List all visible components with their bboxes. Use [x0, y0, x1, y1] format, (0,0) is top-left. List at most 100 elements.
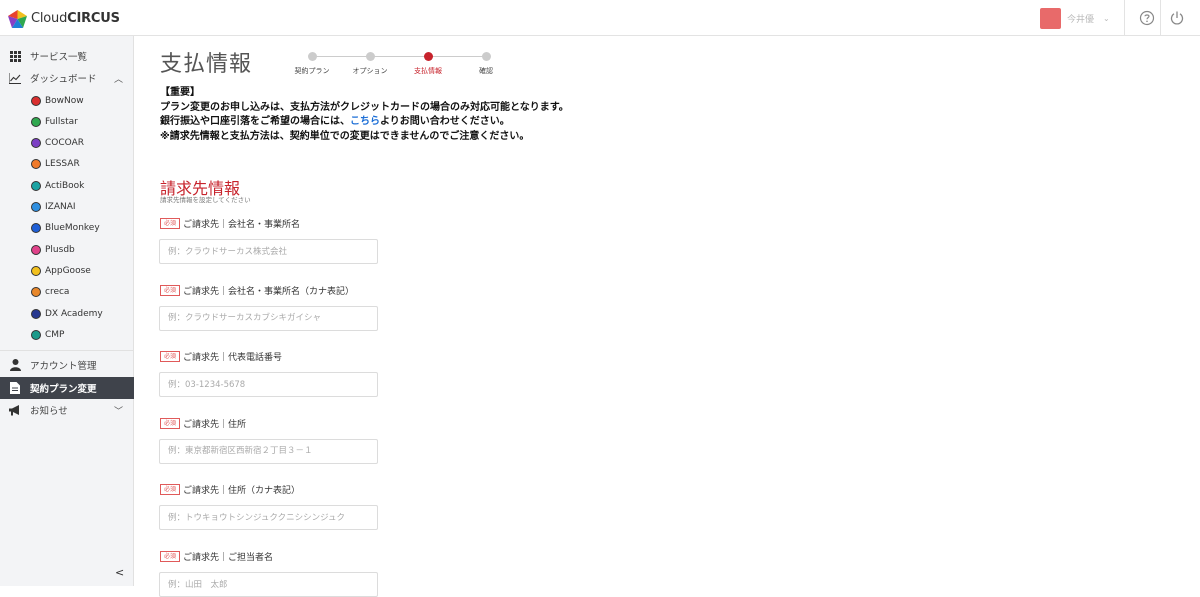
sidebar-item-label: LESSAR	[45, 159, 80, 170]
billing-field-input[interactable]	[159, 505, 378, 531]
notice-line: プラン変更のお申し込みは、支払方法がクレジットカードの場合のみ対応可能となります…	[160, 101, 569, 113]
user-name: 今井優	[1067, 14, 1095, 25]
service-logo-icon	[31, 138, 41, 149]
service-logo-icon	[31, 202, 41, 212]
document-icon	[9, 382, 21, 394]
section-subtitle: 請求先情報を設定してください	[160, 196, 251, 204]
sidebar-item-label: 契約プラン変更	[30, 384, 97, 395]
logo-text-bold: CIRCUS	[67, 11, 120, 26]
sidebar-item-cmp[interactable]: CMP	[0, 324, 134, 345]
service-logo-icon	[31, 180, 41, 191]
user-icon	[9, 359, 21, 371]
sidebar-item-label: アカウント管理	[30, 361, 97, 372]
billing-field-input[interactable]	[159, 372, 378, 398]
sidebar-item-news[interactable]: お知らせ ﹀	[0, 399, 134, 421]
sidebar-item-fullstar[interactable]: Fullstar	[0, 111, 134, 132]
chevron-up-icon: ︿	[114, 74, 124, 85]
billing-field-input[interactable]	[159, 438, 378, 464]
step-dot	[365, 52, 375, 61]
sidebar-item-bownow[interactable]: BowNow	[0, 90, 134, 111]
sidebar-divider	[0, 350, 134, 351]
sidebar-item-label: DX Academy	[45, 308, 103, 319]
step-dot	[423, 52, 433, 61]
field-label: 必須 ご請求先｜会社名・事業所名（カナ表記）	[160, 284, 354, 297]
required-badge: 必須	[160, 417, 181, 429]
power-icon[interactable]	[1169, 10, 1185, 26]
notice-line: 銀行振込や口座引落をご希望の場合には、こちらよりお問い合わせください。	[160, 115, 569, 130]
service-logo-icon	[31, 287, 41, 298]
sidebar-item-label: お知らせ	[30, 406, 68, 417]
step-connector	[430, 56, 488, 57]
step-dot	[481, 52, 491, 61]
sidebar-item-izanai[interactable]: IZANAI	[0, 197, 134, 218]
logo-mark-icon	[8, 9, 27, 28]
megaphone-icon	[9, 404, 21, 416]
sidebar-item-cocoar[interactable]: COCOAR	[0, 133, 134, 154]
billing-field-input[interactable]	[159, 305, 378, 331]
header-divider	[1160, 0, 1161, 36]
step-connector	[372, 56, 430, 57]
sidebar-item-label: COCOAR	[45, 138, 84, 149]
sidebar-item-account[interactable]: アカウント管理	[0, 354, 134, 376]
sidebar-item-services[interactable]: サービス一覧	[0, 45, 134, 67]
sidebar-item-label: サービス一覧	[30, 52, 88, 63]
sidebar-item-plusdb[interactable]: Plusdb	[0, 239, 134, 260]
field-label-text: ご請求先｜住所（カナ表記）	[183, 486, 301, 497]
sidebar-item-label: Fullstar	[45, 116, 78, 127]
sidebar-item-creca[interactable]: creca	[0, 282, 134, 303]
sidebar-item-appgoose[interactable]: AppGoose	[0, 260, 134, 281]
chevron-down-icon: ﹀	[114, 406, 124, 417]
notice-line: ※請求先情報と支払方法は、契約単位での変更はできませんのでご注意ください。	[160, 130, 530, 142]
sidebar-item-label: BlueMonkey	[45, 223, 100, 234]
avatar	[1040, 7, 1061, 29]
field-label-text: ご請求先｜会社名・事業所名	[183, 220, 301, 230]
grid-icon	[9, 50, 21, 62]
service-logo-icon	[31, 244, 41, 255]
sidebar-item-label: ActiBook	[45, 180, 85, 191]
field-label-text: ご請求先｜住所	[183, 419, 247, 430]
sidebar-item-label: BowNow	[45, 95, 84, 106]
required-badge: 必須	[160, 484, 181, 496]
required-badge: 必須	[160, 218, 181, 229]
step-label: 契約プラン	[294, 67, 330, 75]
service-logo-icon	[31, 223, 41, 234]
sidebar-item-bluemonkey[interactable]: BlueMonkey	[0, 218, 134, 239]
sidebar-item-dashboard[interactable]: ダッシュボード ︿	[0, 67, 134, 89]
step-label: 確認	[479, 67, 493, 75]
required-badge: 必須	[160, 551, 181, 562]
notice-heading: 【重要】	[160, 87, 200, 98]
sidebar-item-label: ダッシュボード	[30, 74, 97, 85]
field-label-text: ご請求先｜ご担当者名	[183, 553, 274, 563]
service-logo-icon	[31, 116, 41, 127]
sidebar: サービス一覧 ダッシュボード ︿ BowNow Fullstar COCOAR LES…	[0, 36, 134, 586]
sidebar-item-actibook[interactable]: ActiBook	[0, 175, 134, 196]
contact-link[interactable]: こちら	[350, 116, 380, 127]
top-header: CloudCIRCUS 今井優 ⌄	[0, 0, 1200, 36]
service-logo-icon	[31, 329, 41, 340]
required-badge: 必須	[160, 284, 181, 296]
field-label: 必須 ご請求先｜代表電話番号	[160, 350, 282, 363]
service-logo-icon	[31, 308, 41, 319]
field-label: 必須 ご請求先｜会社名・事業所名	[160, 217, 300, 230]
sidebar-item-contract[interactable]: 契約プラン変更	[0, 377, 134, 399]
billing-field-input[interactable]	[159, 572, 378, 597]
cloudcircus-logo[interactable]: CloudCIRCUS	[8, 9, 120, 28]
service-logo-icon	[31, 159, 41, 170]
sidebar-item-label: CMP	[45, 329, 65, 340]
sidebar-collapse-chevron-left-icon[interactable]: <	[115, 566, 124, 579]
help-icon[interactable]	[1139, 10, 1155, 26]
user-menu[interactable]: 今井優 ⌄	[1040, 7, 1110, 29]
page-title: 支払情報	[160, 52, 253, 77]
header-divider	[1124, 0, 1125, 36]
sidebar-item-dx-academy[interactable]: DX Academy	[0, 303, 134, 324]
sidebar-item-lessar[interactable]: LESSAR	[0, 154, 134, 175]
required-badge: 必須	[160, 351, 181, 363]
logo-text-light: Cloud	[31, 11, 68, 26]
step-connector	[314, 56, 372, 57]
chart-line-icon	[9, 72, 21, 84]
field-label-text: ご請求先｜代表電話番号	[183, 353, 283, 364]
notice-text: 銀行振込や口座引落をご希望の場合には、	[160, 116, 350, 127]
important-notice: 【重要】 プラン変更のお申し込みは、支払方法がクレジットカードの場合のみ対応可能…	[160, 86, 569, 144]
chevron-down-icon: ⌄	[1103, 13, 1110, 23]
billing-field-input[interactable]	[159, 239, 378, 264]
